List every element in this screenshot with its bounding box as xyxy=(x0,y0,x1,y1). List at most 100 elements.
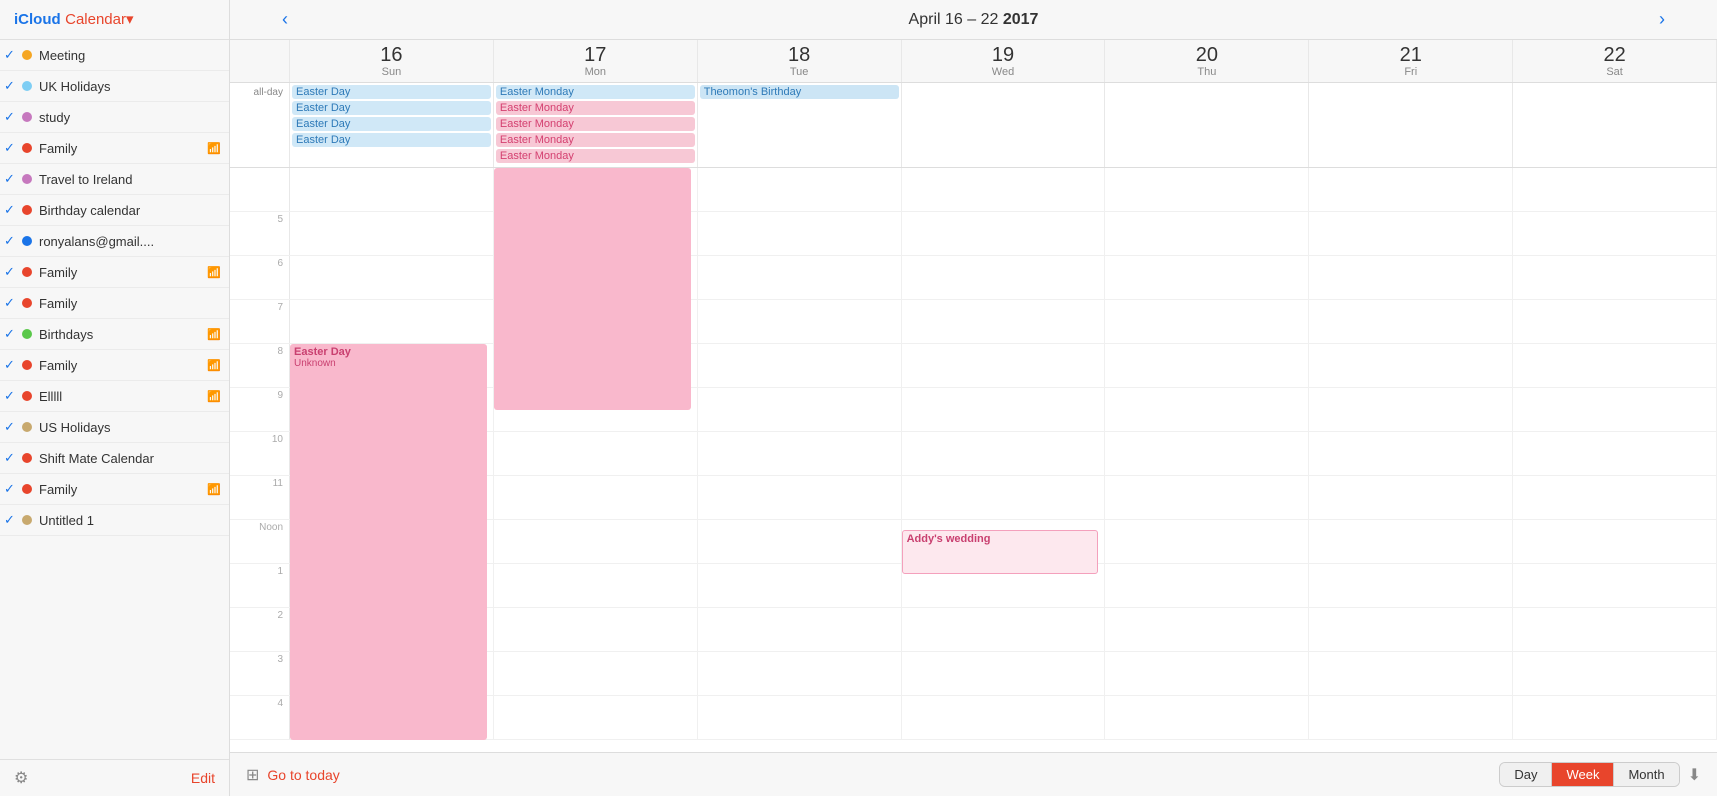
allday-event-sun-2[interactable]: Easter Day xyxy=(292,117,491,131)
next-button[interactable]: › xyxy=(1647,9,1677,30)
time-cell-6-0 xyxy=(290,432,494,475)
day-header-2: 18Tue xyxy=(698,40,902,82)
sidebar: iCloud Calendar▾ ✓ Meeting ✓ UK Holidays… xyxy=(0,0,230,796)
time-cell-1-2 xyxy=(698,212,902,255)
sidebar-item-shiftmate[interactable]: ✓ Shift Mate Calendar xyxy=(0,443,229,474)
time-cell-5-6 xyxy=(1513,388,1717,431)
prev-button[interactable]: ‹ xyxy=(270,9,300,30)
sidebar-item-meeting[interactable]: ✓ Meeting xyxy=(0,40,229,71)
app-container: iCloud Calendar▾ ✓ Meeting ✓ UK Holidays… xyxy=(0,0,1717,796)
go-today-button[interactable]: Go to today xyxy=(267,767,339,783)
time-cell-8-3 xyxy=(902,520,1106,563)
time-cell-11-2 xyxy=(698,652,902,695)
check-icon-family4: ✓ xyxy=(4,357,22,373)
time-label-10: 2 xyxy=(230,608,290,651)
sidebar-item-family4[interactable]: ✓ Family 📶 xyxy=(0,350,229,381)
time-cell-1-1 xyxy=(494,212,698,255)
time-cell-10-2 xyxy=(698,608,902,651)
allday-event-mon-4[interactable]: Easter Monday xyxy=(496,149,695,163)
time-cell-12-3 xyxy=(902,696,1106,739)
day-num-4: 20 xyxy=(1105,44,1308,66)
calendar-grid-icon[interactable]: ⊞ xyxy=(246,765,259,785)
time-cell-5-4 xyxy=(1105,388,1309,431)
time-cell-2-6 xyxy=(1513,256,1717,299)
day-name-3: Wed xyxy=(992,66,1014,78)
dot-birthdays xyxy=(22,329,32,339)
check-icon-family3: ✓ xyxy=(4,295,22,311)
check-icon-study: ✓ xyxy=(4,109,22,125)
time-label-8: Noon xyxy=(230,520,290,563)
time-cell-1-5 xyxy=(1309,212,1513,255)
time-cell-6-6 xyxy=(1513,432,1717,475)
time-cell-11-3 xyxy=(902,652,1106,695)
time-cell-3-0 xyxy=(290,300,494,343)
time-row-6: 10 xyxy=(230,432,1717,476)
time-cell-9-5 xyxy=(1309,564,1513,607)
allday-event-mon-0[interactable]: Easter Monday xyxy=(496,85,695,99)
sidebar-item-untitled1[interactable]: ✓ Untitled 1 xyxy=(0,505,229,536)
time-label-9: 1 xyxy=(230,564,290,607)
time-cell-7-3 xyxy=(902,476,1106,519)
time-cell-2-3 xyxy=(902,256,1106,299)
time-cell-2-1 xyxy=(494,256,698,299)
download-icon[interactable]: ⬇ xyxy=(1688,765,1701,785)
allday-label: all-day xyxy=(230,83,290,167)
allday-event-tue-0[interactable]: Theomon's Birthday xyxy=(700,85,899,99)
label-family3: Family xyxy=(39,296,221,311)
allday-cell-sun: Easter Day Easter Day Easter Day Easter Day xyxy=(290,83,494,167)
view-btn-week[interactable]: Week xyxy=(1552,763,1614,786)
view-btn-month[interactable]: Month xyxy=(1614,763,1678,786)
time-cell-7-6 xyxy=(1513,476,1717,519)
sidebar-item-study[interactable]: ✓ study xyxy=(0,102,229,133)
allday-event-mon-2[interactable]: Easter Monday xyxy=(496,117,695,131)
sidebar-item-uk-holidays[interactable]: ✓ UK Holidays xyxy=(0,71,229,102)
allday-cell-wed xyxy=(902,83,1106,167)
gear-icon[interactable]: ⚙ xyxy=(14,768,28,788)
chevron-icon: ▾ xyxy=(126,11,134,28)
allday-event-sun-0[interactable]: Easter Day xyxy=(292,85,491,99)
allday-cells: Easter DayEaster DayEaster DayEaster Day… xyxy=(290,83,1717,167)
wifi-icon-family1: 📶 xyxy=(207,142,221,155)
sidebar-item-birthdays[interactable]: ✓ Birthdays 📶 xyxy=(0,319,229,350)
sidebar-item-us-holidays[interactable]: ✓ US Holidays xyxy=(0,412,229,443)
bottombar: ⊞ Go to today DayWeekMonth ⬇ xyxy=(230,752,1717,796)
main-calendar: ‹ April 16 – 22 2017 › 16Sun17Mon18Tue19… xyxy=(230,0,1717,796)
view-btn-day[interactable]: Day xyxy=(1500,763,1552,786)
time-cell-5-1 xyxy=(494,388,698,431)
time-row-12: 4 xyxy=(230,696,1717,740)
time-label-3: 7 xyxy=(230,300,290,343)
view-controls: DayWeekMonth ⬇ xyxy=(1499,762,1701,787)
label-us-holidays: US Holidays xyxy=(39,420,221,435)
sidebar-item-ronyal[interactable]: ✓ ronyalans@gmail.... xyxy=(0,226,229,257)
time-cell-3-4 xyxy=(1105,300,1309,343)
edit-button[interactable]: Edit xyxy=(191,770,215,786)
time-cell-9-4 xyxy=(1105,564,1309,607)
day-headers: 16Sun17Mon18Tue19Wed20Thu21Fri22Sat xyxy=(230,40,1717,83)
allday-event-sun-1[interactable]: Easter Day xyxy=(292,101,491,115)
allday-event-sun-3[interactable]: Easter Day xyxy=(292,133,491,147)
allday-event-mon-1[interactable]: Easter Monday xyxy=(496,101,695,115)
allday-row: all-day Easter DayEaster DayEaster DayEa… xyxy=(230,83,1717,168)
time-cell-12-4 xyxy=(1105,696,1309,739)
day-num-0: 16 xyxy=(290,44,493,66)
sidebar-item-travel[interactable]: ✓ Travel to Ireland xyxy=(0,164,229,195)
dot-family5 xyxy=(22,484,32,494)
time-cell-5-0 xyxy=(290,388,494,431)
brand-calendar: Calendar▾ xyxy=(65,11,133,28)
sidebar-item-family3[interactable]: ✓ Family xyxy=(0,288,229,319)
day-num-3: 19 xyxy=(902,44,1105,66)
time-cell-10-3 xyxy=(902,608,1106,651)
time-cell-12-0 xyxy=(290,696,494,739)
sidebar-item-birthday-cal[interactable]: ✓ Birthday calendar xyxy=(0,195,229,226)
sidebar-item-family5[interactable]: ✓ Family 📶 xyxy=(0,474,229,505)
sidebar-item-family2[interactable]: ✓ Family 📶 xyxy=(0,257,229,288)
time-cell-9-3 xyxy=(902,564,1106,607)
dot-family2 xyxy=(22,267,32,277)
sidebar-item-family1[interactable]: ✓ Family 📶 xyxy=(0,133,229,164)
sidebar-item-ellll[interactable]: ✓ Elllll 📶 xyxy=(0,381,229,412)
time-cell-6-2 xyxy=(698,432,902,475)
allday-event-mon-3[interactable]: Easter Monday xyxy=(496,133,695,147)
check-icon-ronyal: ✓ xyxy=(4,233,22,249)
label-birthday-cal: Birthday calendar xyxy=(39,203,221,218)
day-num-1: 17 xyxy=(494,44,697,66)
